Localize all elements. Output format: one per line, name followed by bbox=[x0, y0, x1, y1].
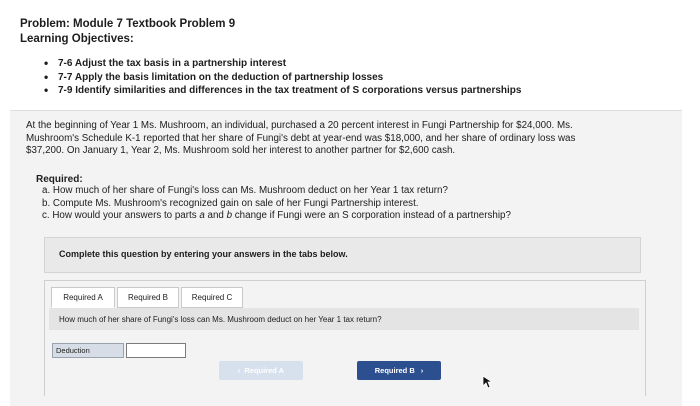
problem-statement: At the beginning of Year 1 Ms. Mushroom,… bbox=[26, 120, 576, 156]
tab-question-text: How much of her share of Fungi's loss ca… bbox=[59, 315, 382, 324]
problem-title: Problem: Module 7 Textbook Problem 9 bbox=[20, 18, 236, 30]
instruction-box: Complete this question by entering your … bbox=[44, 237, 641, 273]
chevron-left-icon: ‹ bbox=[237, 366, 241, 375]
mouse-cursor-icon bbox=[482, 375, 494, 389]
deduction-label: Deduction bbox=[52, 343, 124, 358]
tab-required-c[interactable]: Required C bbox=[181, 287, 243, 308]
objective-item: 7-9 Identify similarities and difference… bbox=[44, 84, 521, 98]
objective-item: 7-7 Apply the basis limitation on the de… bbox=[44, 71, 521, 85]
required-heading: Required: bbox=[36, 174, 83, 185]
instruction-text: Complete this question by entering your … bbox=[59, 249, 348, 259]
next-required-button[interactable]: Required B › bbox=[357, 361, 441, 380]
answer-tabs-container: Required A Required B Required C How muc… bbox=[44, 280, 646, 396]
required-a-text: a. How much of her share of Fungi's loss… bbox=[42, 185, 448, 196]
required-b-text: b. Compute Ms. Mushroom's recognized gai… bbox=[42, 197, 419, 209]
tab-required-b[interactable]: Required B bbox=[117, 287, 179, 308]
tab-question-bar: How much of her share of Fungi's loss ca… bbox=[49, 308, 639, 330]
required-c-text: c. How would your answers to parts a and… bbox=[42, 210, 511, 222]
learning-objectives-list: 7-6 Adjust the tax basis in a partnershi… bbox=[44, 57, 521, 98]
tab-required-a[interactable]: Required A bbox=[51, 287, 115, 308]
page-header: Problem: Module 7 Textbook Problem 9 Lea… bbox=[20, 17, 235, 47]
objective-item: 7-6 Adjust the tax basis in a partnershi… bbox=[44, 57, 521, 71]
prev-required-button[interactable]: ‹ Required A bbox=[219, 361, 303, 380]
objectives-title: Learning Objectives: bbox=[20, 33, 134, 45]
chevron-right-icon: › bbox=[420, 366, 424, 375]
deduction-input[interactable] bbox=[126, 343, 186, 358]
required-list: a. How much of her share of Fungi's loss… bbox=[42, 185, 511, 223]
